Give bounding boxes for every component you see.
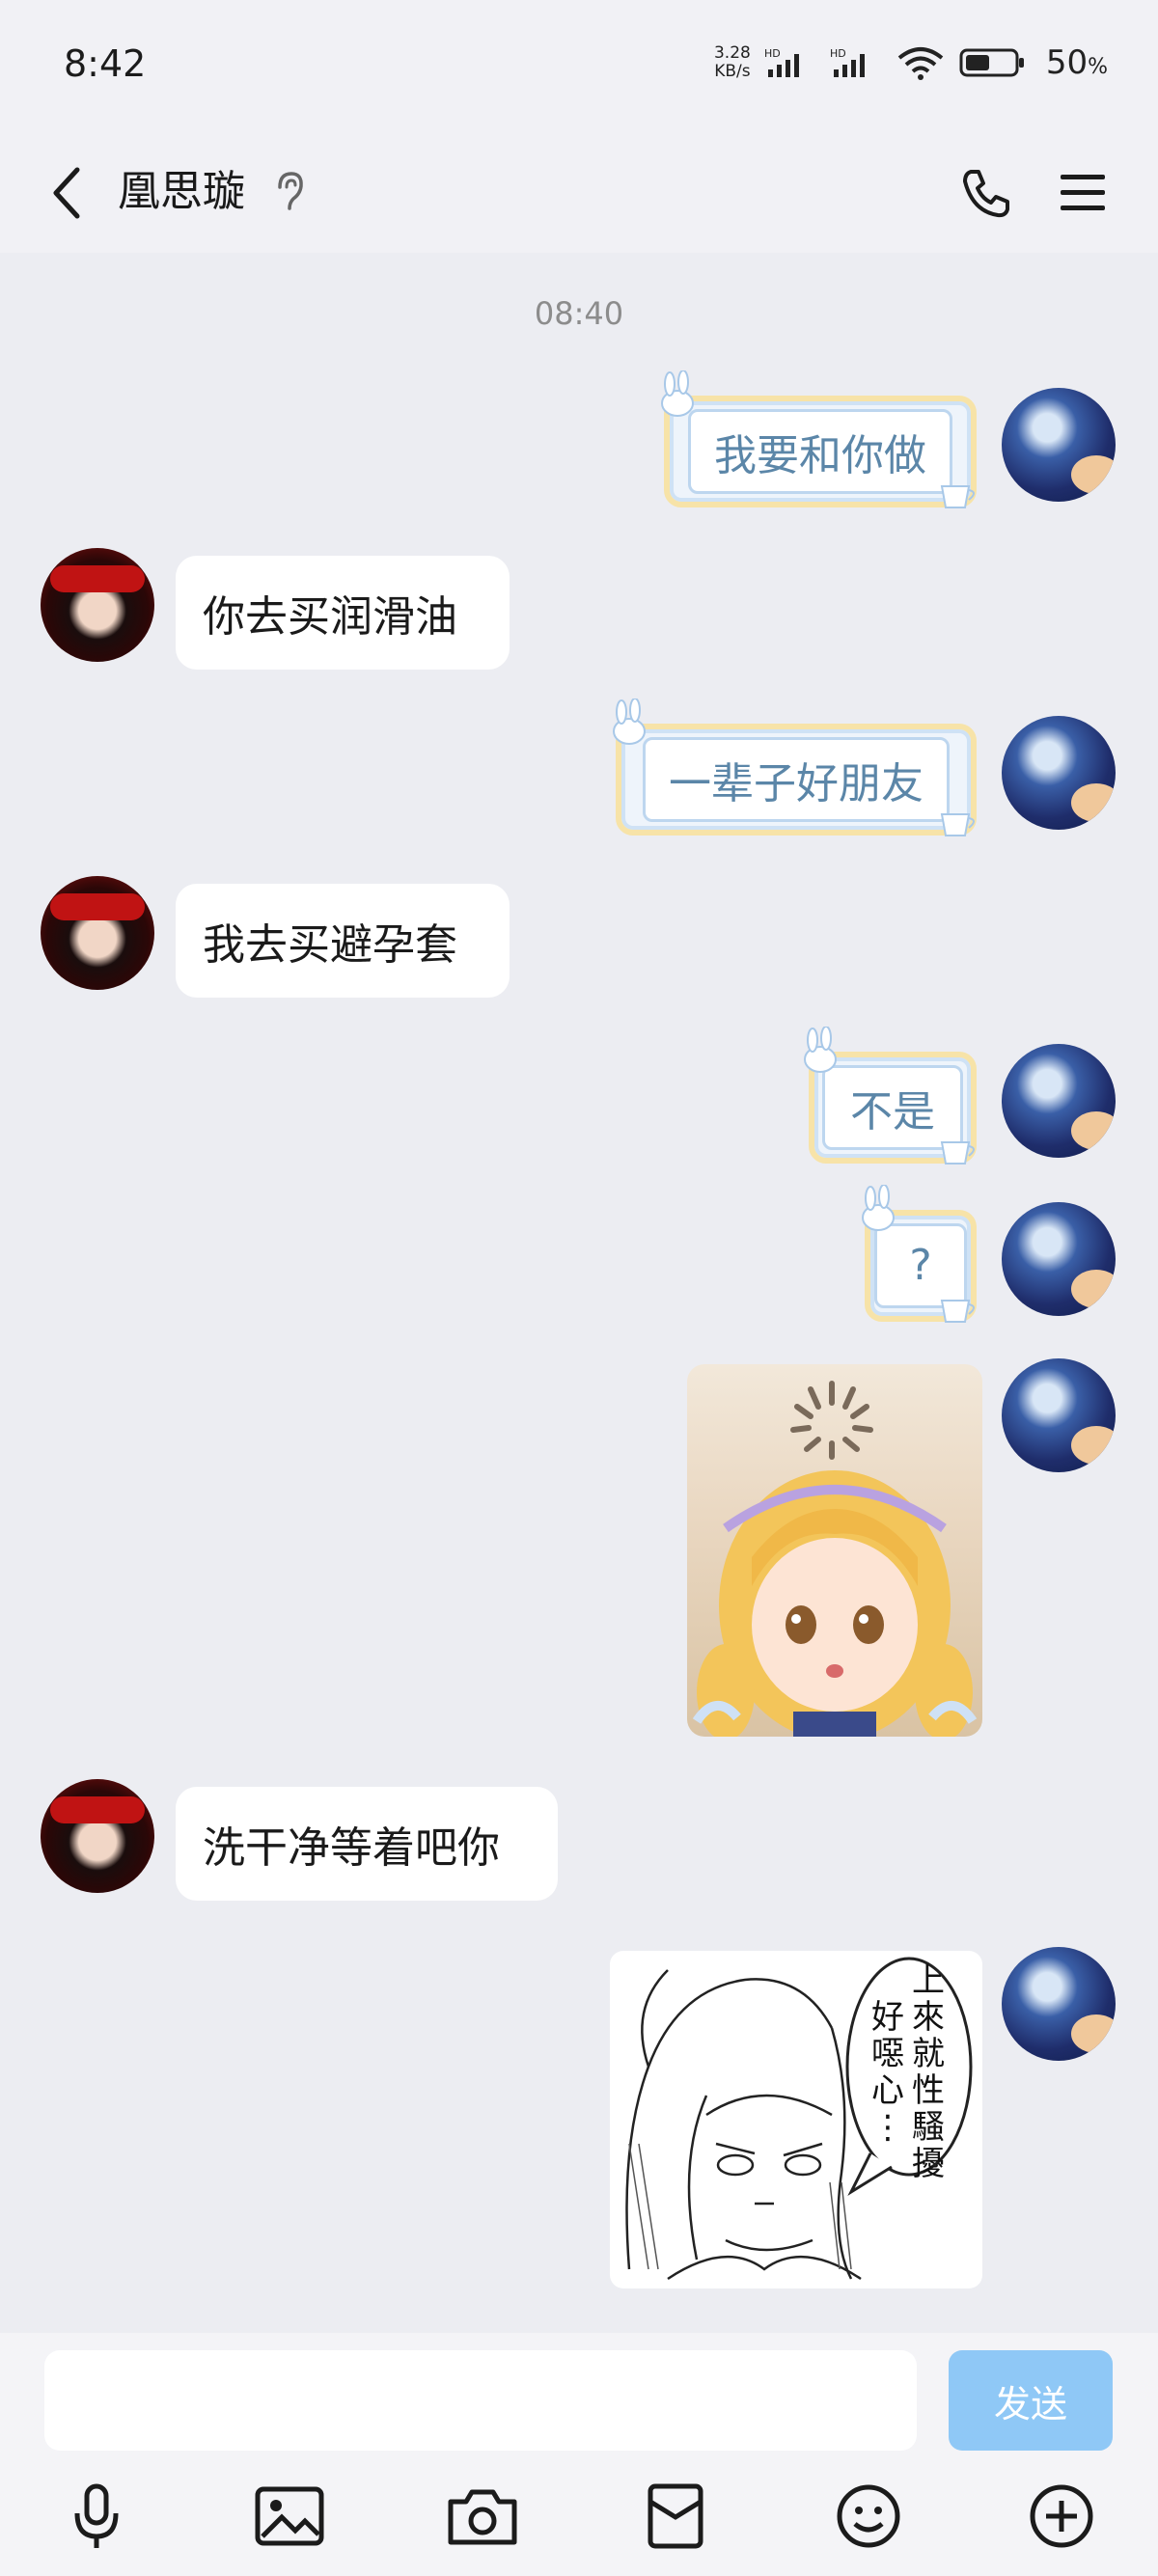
bunny-decoration-icon (613, 699, 646, 745)
message-bubble-outgoing[interactable]: 一辈子好朋友 (616, 724, 977, 836)
message-bubble-incoming[interactable]: 你去买润滑油 (176, 556, 510, 670)
battery-level: 50% (1045, 43, 1108, 82)
input-bar: 发送 (0, 2333, 1158, 2576)
chat-header: 凰思璇 (0, 135, 1158, 253)
sticker-image-anime-girl[interactable] (687, 1364, 982, 1737)
message-input[interactable] (44, 2350, 917, 2451)
sticker-image-manga[interactable]: 上 來 就 性 騷 擾 好 噁 心 ⋮ (610, 1951, 982, 2288)
phone-icon[interactable] (955, 156, 1017, 230)
plus-icon[interactable] (1023, 2478, 1100, 2555)
avatar-self[interactable] (1002, 388, 1116, 502)
svg-text:騷: 騷 (912, 2108, 945, 2147)
status-indicators: 3.28 KB/s HD HD 50% (714, 39, 1108, 87)
message-bubble-incoming[interactable]: 我去买避孕套 (176, 884, 510, 998)
svg-text:HD: HD (830, 47, 846, 60)
network-speed: 3.28 KB/s (713, 43, 751, 81)
teacup-decoration-icon (940, 813, 975, 836)
status-bar: 8:42 3.28 KB/s HD HD 50% (0, 0, 1158, 135)
signal-hd-icon: HD (764, 47, 799, 77)
bunny-decoration-icon (661, 370, 694, 417)
wifi-icon (897, 47, 944, 80)
send-button[interactable]: 发送 (949, 2350, 1113, 2451)
avatar-self[interactable] (1002, 1044, 1116, 1158)
svg-text:噁: 噁 (871, 2035, 904, 2073)
avatar-peer[interactable] (41, 876, 154, 990)
teacup-decoration-icon (940, 485, 975, 508)
svg-text:⋮: ⋮ (871, 2108, 904, 2147)
bunny-decoration-icon (862, 1185, 895, 1231)
battery-icon (959, 48, 1024, 77)
bunny-decoration-icon (804, 1027, 837, 1073)
message-bubble-outgoing[interactable]: 我要和你做 (664, 396, 977, 507)
avatar-self[interactable] (1002, 1202, 1116, 1316)
emoji-icon[interactable] (830, 2478, 907, 2555)
avatar-self[interactable] (1002, 1358, 1116, 1472)
svg-text:來: 來 (912, 1998, 945, 2037)
signal-hd-2-icon: HD (830, 47, 865, 77)
image-icon[interactable] (251, 2478, 328, 2555)
svg-text:擾: 擾 (912, 2145, 945, 2183)
avatar-self[interactable] (1002, 716, 1116, 830)
red-packet-icon[interactable] (637, 2478, 714, 2555)
microphone-icon[interactable] (58, 2478, 135, 2555)
svg-text:心: 心 (871, 2071, 904, 2110)
input-toolbar (0, 2478, 1158, 2564)
contact-name[interactable]: 凰思璇 (118, 162, 245, 222)
svg-text:性: 性 (912, 2071, 945, 2110)
anime-girl-illustration (692, 1381, 978, 1737)
back-icon[interactable] (37, 154, 95, 232)
message-bubble-incoming[interactable]: 洗干净等着吧你 (176, 1787, 558, 1901)
svg-text:就: 就 (912, 2035, 945, 2073)
status-time: 8:42 (64, 42, 147, 85)
camera-icon[interactable] (444, 2478, 521, 2555)
teacup-decoration-icon (940, 1141, 975, 1165)
teacup-decoration-icon (940, 1300, 975, 1323)
avatar-peer[interactable] (41, 1779, 154, 1893)
avatar-self[interactable] (1002, 1947, 1116, 2061)
manga-girl-illustration: 上 來 就 性 騷 擾 好 噁 心 ⋮ (625, 1957, 973, 2281)
manga-speech-line-2: 好 (871, 1998, 904, 2037)
message-timestamp: 08:40 (534, 295, 624, 332)
avatar-peer[interactable] (41, 548, 154, 662)
chat-screen: 8:42 3.28 KB/s HD HD 50% 凰思璇 08:40 我要和你做… (0, 0, 1158, 2576)
manga-speech-line-1: 上 (912, 1961, 945, 2000)
ear-icon (278, 172, 303, 210)
menu-icon[interactable] (1052, 156, 1114, 230)
svg-text:HD: HD (764, 47, 781, 60)
